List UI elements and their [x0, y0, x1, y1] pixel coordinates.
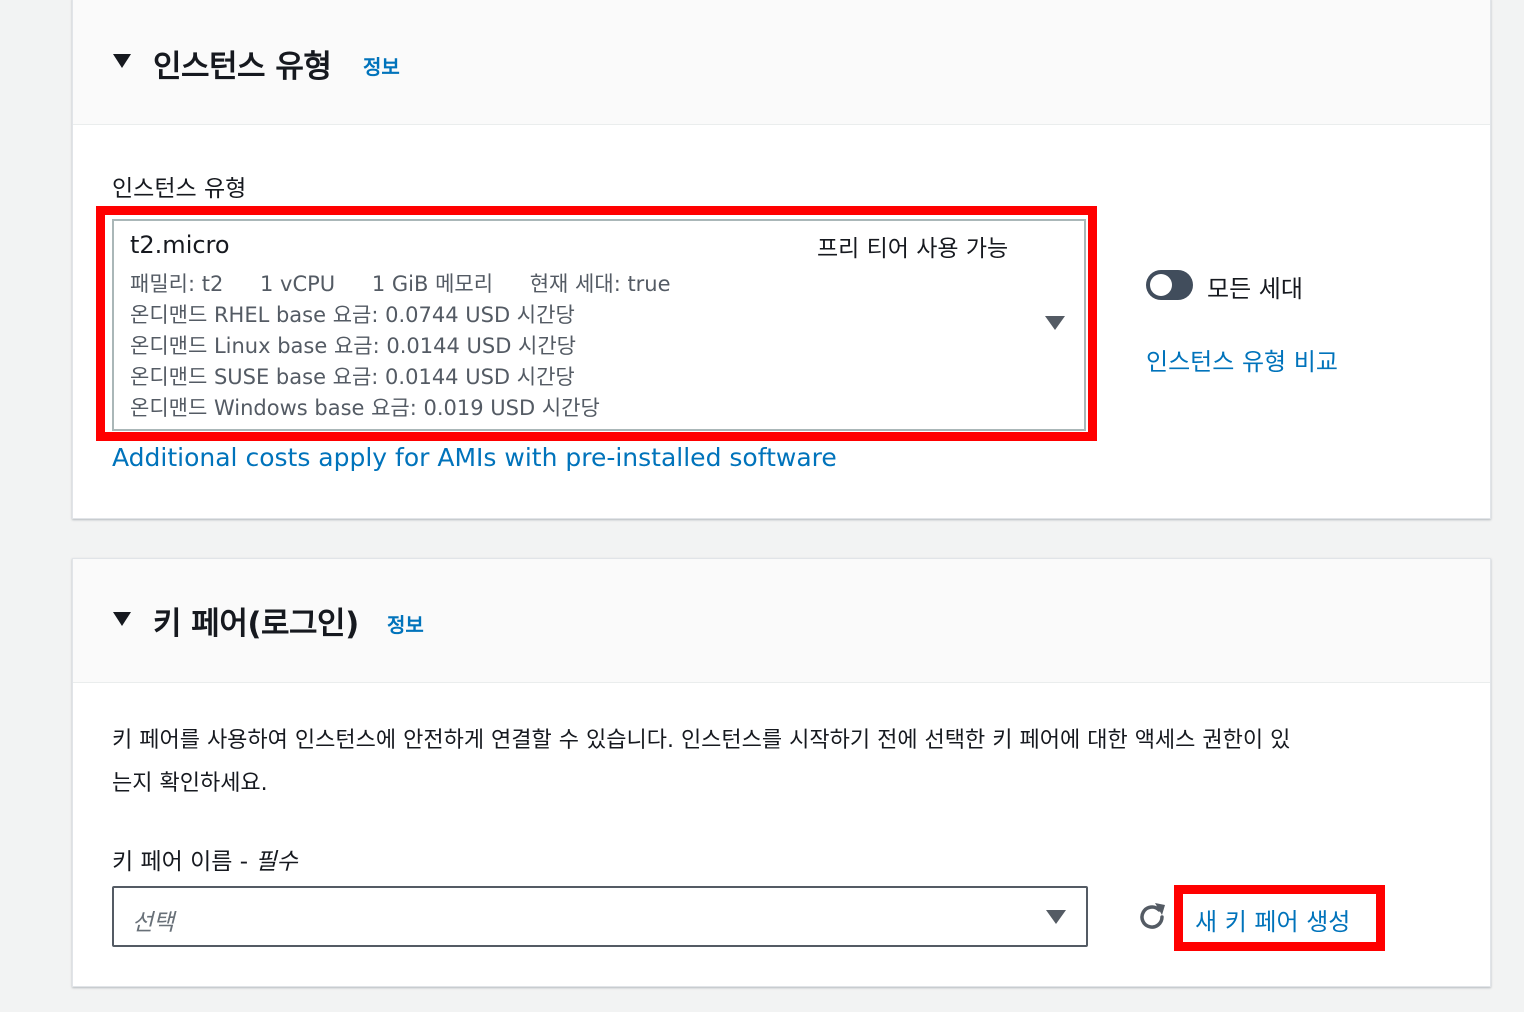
refresh-icon[interactable]: [1135, 900, 1169, 934]
free-tier-badge: 프리 티어 사용 가능: [817, 236, 1009, 262]
instance-type-label: 인스턴스 유형: [112, 176, 247, 202]
key-pair-name-label: 키 페어 이름 - 필수: [112, 842, 298, 876]
key-pair-name-text: 키 페어 이름 -: [112, 849, 256, 875]
price-suse: 온디맨드 SUSE base 요금: 0.0144 USD 시간당: [130, 365, 575, 389]
spec-family: 패밀리: t2: [130, 272, 224, 296]
panel-header: 인스턴스 유형 정보: [73, 0, 1490, 125]
create-key-pair-button[interactable]: 새 키 페어 생성: [1195, 902, 1350, 937]
instance-type-select[interactable]: t2.micro 프리 티어 사용 가능 패밀리: t2 1 vCPU 1 Gi…: [112, 219, 1086, 431]
info-link[interactable]: 정보: [363, 51, 400, 80]
price-rhel: 온디맨드 RHEL base 요금: 0.0744 USD 시간당: [130, 303, 575, 327]
description-line-2: 는지 확인하세요.: [112, 771, 268, 796]
instance-name: t2.micro: [130, 231, 230, 259]
panel-title: 인스턴스 유형: [153, 49, 332, 85]
spec-vcpu: 1 vCPU: [260, 272, 336, 296]
additional-costs-link[interactable]: Additional costs apply for AMIs with pre…: [112, 443, 837, 472]
create-key-pair-highlight: 새 키 페어 생성: [1174, 885, 1385, 951]
description-line-1: 키 페어를 사용하여 인스턴스에 안전하게 연결할 수 있습니다. 인스턴스를 …: [112, 728, 1291, 753]
toggle-knob: [1150, 274, 1172, 296]
spec-generation: 현재 세대: true: [529, 272, 671, 296]
panel-header: 키 페어(로그인) 정보: [73, 559, 1490, 683]
key-pair-select[interactable]: 선택: [112, 886, 1088, 947]
all-generations-toggle[interactable]: [1146, 270, 1193, 300]
panel-title: 키 페어(로그인): [153, 606, 359, 642]
required-label: 필수: [255, 849, 298, 875]
instance-specs: 패밀리: t2 1 vCPU 1 GiB 메모리 현재 세대: true: [130, 268, 701, 298]
caret-down-icon[interactable]: [113, 612, 131, 626]
compare-instance-types-link[interactable]: 인스턴스 유형 비교: [1146, 342, 1338, 377]
key-pair-description: 키 페어를 사용하여 인스턴스에 안전하게 연결할 수 있습니다. 인스턴스를 …: [112, 719, 1290, 805]
dropdown-arrow-icon[interactable]: [1046, 910, 1066, 924]
instance-type-panel: 인스턴스 유형 정보 인스턴스 유형 t2.micro 프리 티어 사용 가능 …: [72, 0, 1491, 519]
key-pair-placeholder: 선택: [132, 910, 175, 936]
key-pair-panel: 키 페어(로그인) 정보 키 페어를 사용하여 인스턴스에 안전하게 연결할 수…: [72, 558, 1491, 987]
info-link[interactable]: 정보: [387, 609, 424, 638]
spec-memory: 1 GiB 메모리: [371, 272, 494, 296]
all-generations-label: 모든 세대: [1207, 275, 1303, 303]
caret-down-icon[interactable]: [113, 54, 131, 68]
price-linux: 온디맨드 Linux base 요금: 0.0144 USD 시간당: [130, 334, 576, 358]
dropdown-arrow-icon[interactable]: [1045, 316, 1065, 330]
price-windows: 온디맨드 Windows base 요금: 0.019 USD 시간당: [130, 396, 600, 420]
